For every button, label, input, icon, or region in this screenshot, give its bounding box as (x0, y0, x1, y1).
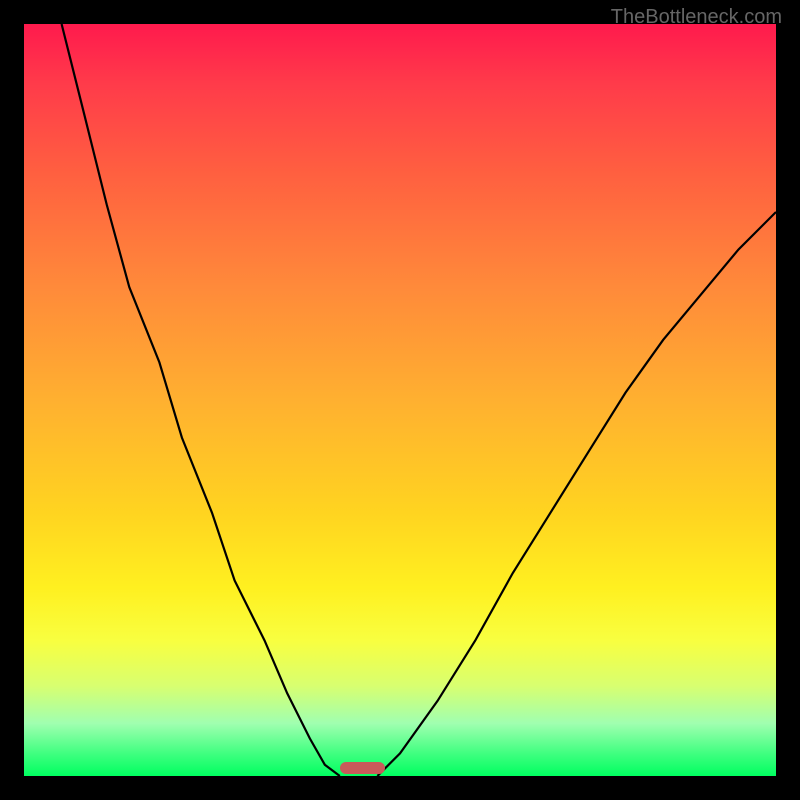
watermark: TheBottleneck.com (611, 6, 782, 29)
bottleneck-curve (24, 24, 776, 776)
minimum-marker (340, 762, 385, 774)
plot-area (24, 24, 776, 776)
